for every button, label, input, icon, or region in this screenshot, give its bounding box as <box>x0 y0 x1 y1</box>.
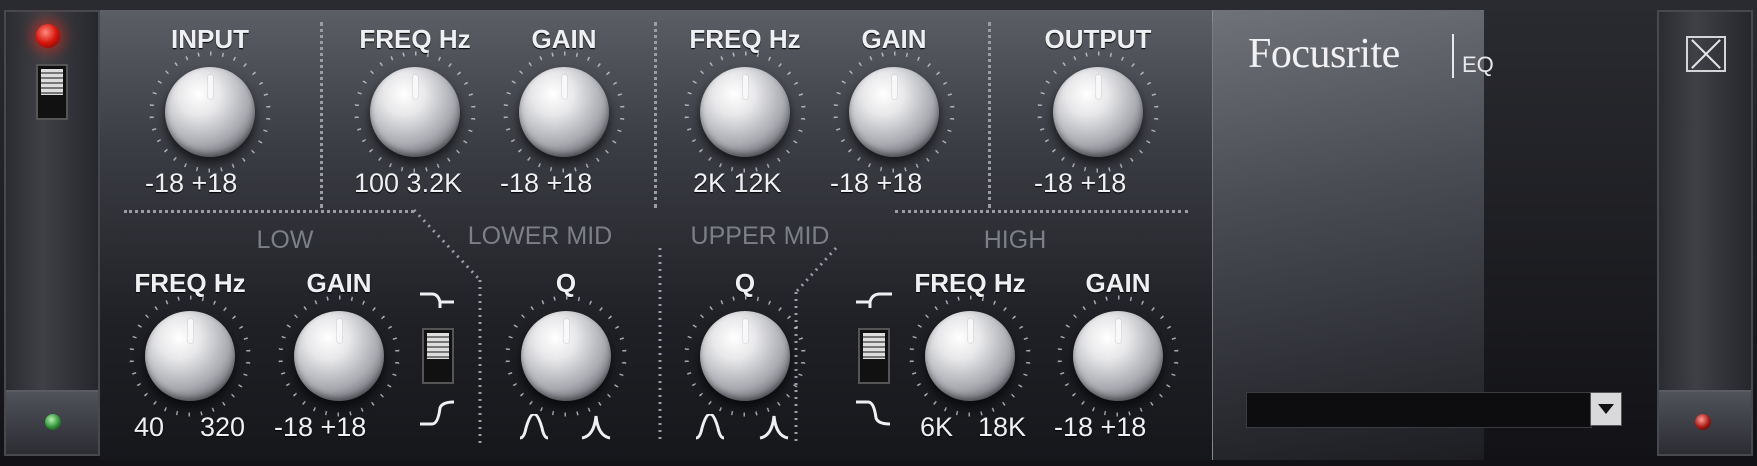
low-cut-icon <box>420 400 455 426</box>
high-section-label: HIGH <box>983 226 1047 254</box>
high-freq-range-max: 18K <box>978 412 1027 442</box>
low-gain-knob[interactable] <box>294 311 384 401</box>
low-freq-range-max: 320 <box>200 412 246 442</box>
divider-input <box>320 22 323 208</box>
right-rack-ear <box>1657 10 1753 456</box>
low-section-label: LOW <box>256 226 314 254</box>
upper-mid-section-label: UPPER MID <box>690 222 830 250</box>
preset-select[interactable] <box>1246 392 1592 428</box>
high-gain-knob[interactable] <box>1073 311 1163 401</box>
input-range: -18 +18 <box>145 168 238 198</box>
status-led-green-icon <box>45 414 61 430</box>
high-filter-type-switch[interactable] <box>858 328 890 384</box>
low-freq-range-min: 40 <box>134 412 165 442</box>
narrow-q-icon <box>759 415 789 440</box>
status-led-red-icon <box>1695 414 1711 430</box>
high-gain-range: -18 +18 <box>1054 412 1147 442</box>
divider-output <box>988 22 991 208</box>
high-freq-knob[interactable] <box>925 311 1015 401</box>
lower-mid-section-label: LOWER MID <box>467 222 613 250</box>
output-range: -18 +18 <box>1034 168 1127 198</box>
lower-mid-freq-knob[interactable] <box>370 67 460 157</box>
divider-row-left <box>124 210 414 213</box>
low-gain-range: -18 +18 <box>274 412 367 442</box>
wide-q-icon <box>519 414 549 440</box>
narrow-q-icon <box>581 415 611 440</box>
power-led-icon <box>36 24 60 48</box>
high-cut-icon <box>856 400 891 426</box>
upper-mid-gain-range: -18 +18 <box>830 168 923 198</box>
brand-divider <box>1212 22 1213 442</box>
high-freq-range-min: 6K <box>920 412 954 442</box>
brand-logo: Focusrite <box>1248 31 1400 77</box>
eq-plugin-window: Focusrite EQ INPUT FREQ Hz GAIN FREQ Hz … <box>0 0 1757 466</box>
brand-separator <box>1452 34 1454 78</box>
lower-mid-q-knob[interactable] <box>521 311 611 401</box>
close-button[interactable] <box>1686 36 1726 72</box>
divider-mid <box>654 22 657 208</box>
high-shelf-icon <box>856 292 892 308</box>
low-filter-type-switch[interactable] <box>422 328 454 384</box>
upper-mid-freq-knob[interactable] <box>700 67 790 157</box>
low-freq-knob[interactable] <box>145 311 235 401</box>
upper-mid-q-knob[interactable] <box>700 311 790 401</box>
upper-mid-freq-range: 2K 12K <box>693 168 782 198</box>
output-knob[interactable] <box>1053 67 1143 157</box>
lower-mid-gain-knob[interactable] <box>519 67 609 157</box>
upper-mid-gain-knob[interactable] <box>849 67 939 157</box>
preset-dropdown-button[interactable] <box>1590 392 1622 426</box>
divider-row-right <box>895 210 1188 213</box>
wide-q-icon <box>695 414 725 440</box>
chevron-down-icon <box>1598 404 1614 414</box>
lower-mid-freq-range: 100 3.2K <box>354 168 463 198</box>
bypass-switch[interactable] <box>36 64 68 120</box>
low-shelf-icon <box>420 292 454 308</box>
product-name: EQ <box>1462 52 1494 77</box>
input-knob[interactable] <box>165 67 255 157</box>
lower-mid-gain-range: -18 +18 <box>500 168 593 198</box>
